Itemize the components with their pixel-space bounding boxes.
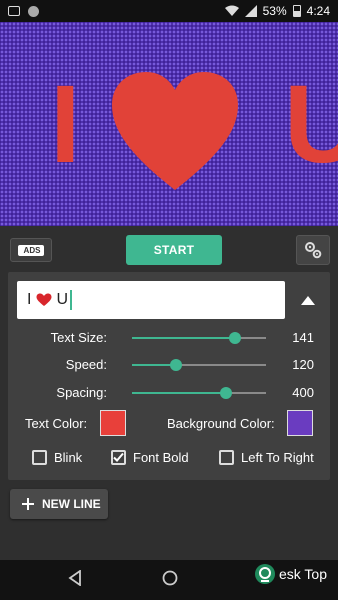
watermark-text: esk Top (279, 566, 327, 582)
checkbox-box[interactable] (32, 450, 47, 465)
speed-row: Speed: 120 (8, 354, 330, 376)
slider-fill (132, 392, 226, 394)
background-color-swatch[interactable] (287, 410, 313, 436)
led-preview: I U (0, 22, 338, 226)
text-cursor (70, 290, 73, 310)
speed-value: 120 (292, 357, 314, 372)
checkbox-box[interactable] (219, 450, 234, 465)
ads-button[interactable]: ADS (10, 238, 52, 262)
collapse-button[interactable] (296, 288, 320, 312)
font-bold-label: Font Bold (133, 450, 189, 465)
watermark-logo-icon (255, 564, 275, 584)
clock: 4:24 (306, 4, 330, 18)
text-size-slider[interactable] (132, 332, 266, 344)
back-icon[interactable] (68, 570, 82, 586)
input-text-after: U (56, 291, 69, 308)
settings-button[interactable] (296, 235, 330, 265)
preview-text-right: U (284, 63, 338, 186)
blink-checkbox[interactable]: Blink (32, 450, 82, 465)
font-bold-checkbox[interactable]: Font Bold (111, 450, 189, 465)
new-line-button[interactable]: NEW LINE (10, 489, 108, 519)
signal-icon (244, 5, 257, 17)
start-button[interactable]: START (126, 235, 222, 265)
wifi-icon (224, 5, 239, 16)
heart-emoji-icon (36, 293, 52, 306)
left-to-right-label: Left To Right (241, 450, 314, 465)
gear-icon (305, 242, 322, 259)
slider-thumb[interactable] (229, 332, 242, 344)
spacing-value: 400 (292, 385, 314, 400)
spacing-slider[interactable] (132, 387, 266, 399)
new-line-label: NEW LINE (42, 497, 101, 511)
triangle-up-icon (301, 295, 315, 305)
status-bar: 53% 4:24 (0, 0, 338, 22)
record-icon (28, 5, 39, 17)
text-size-value: 141 (292, 330, 314, 345)
mail-icon (8, 6, 20, 16)
slider-thumb[interactable] (170, 359, 183, 371)
color-row: Text Color: Background Color: (8, 408, 330, 436)
home-icon[interactable] (162, 570, 178, 586)
preview-text-left: I (50, 63, 81, 186)
spacing-label: Spacing: (56, 385, 107, 400)
speed-label: Speed: (65, 357, 107, 372)
text-size-label: Text Size: (50, 330, 107, 345)
watermark: esk Top (254, 563, 327, 585)
background-color-label: Background Color: (167, 416, 275, 431)
line-editor-panel: I U Text Size: 141 Speed: 120 Spacing: 4… (8, 272, 330, 480)
text-size-row: Text Size: 141 (8, 327, 330, 349)
slider-fill (132, 337, 236, 339)
checkbox-box[interactable] (111, 450, 126, 465)
text-color-swatch[interactable] (100, 410, 126, 436)
blink-label: Blink (54, 450, 83, 465)
battery-percent: 53% (262, 4, 287, 18)
led-text-input[interactable]: I U (17, 281, 285, 319)
slider-thumb[interactable] (219, 387, 232, 399)
text-color-label: Text Color: (25, 416, 88, 431)
ads-label: ADS (17, 244, 45, 256)
input-text-before: I (27, 291, 32, 308)
plus-icon (22, 498, 34, 510)
battery-icon (292, 5, 301, 17)
options-row: Blink Font Bold Left To Right (8, 450, 330, 470)
left-to-right-checkbox[interactable]: Left To Right (219, 450, 314, 465)
heart-icon (112, 72, 238, 190)
spacing-row: Spacing: 400 (8, 382, 330, 404)
speed-slider[interactable] (132, 359, 266, 371)
